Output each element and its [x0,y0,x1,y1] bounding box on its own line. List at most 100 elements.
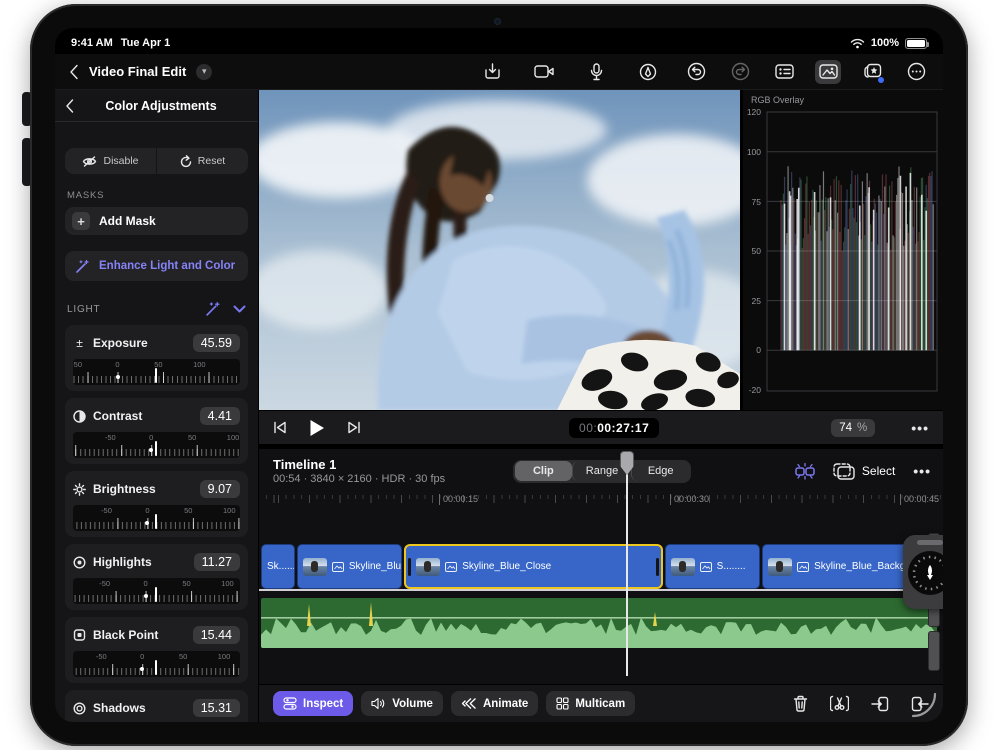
masks-section-label: MASKS [67,190,246,201]
slider-shadows: Shadows 15.31 -50050100 [65,690,248,722]
scope-title: RGB Overlay [751,95,804,105]
timeline-more-icon[interactable]: ••• [913,463,931,479]
collapse-chevron-icon[interactable] [233,305,246,313]
mode-edge[interactable]: Edge [631,461,690,481]
timecode: 00:00:27:17 [569,418,659,438]
rgb-overlay-scope: RGB Overlay 120 100 75 50 25 0 -20 [743,90,943,410]
reset-button[interactable]: Reset [156,148,248,174]
clip-thumbnail [671,558,695,576]
zoom-level-button[interactable]: 74% [831,419,875,437]
camera-icon[interactable] [531,60,557,84]
slider-brightness: Brightness 9.07 -50050100 [65,471,248,537]
enhance-light-color-button[interactable]: Enhance Light and Color [65,251,248,281]
jog-grip[interactable] [917,540,943,545]
inspect-button[interactable]: Inspect [273,691,353,716]
light-wand-icon[interactable] [205,301,221,317]
image-icon [332,562,344,572]
magic-wand-icon [75,259,90,274]
viewer-more-icon[interactable]: ••• [911,420,929,436]
scope-waveform [743,90,943,410]
magnetic-timeline-icon[interactable] [793,462,817,480]
animate-button[interactable]: Animate [451,691,538,716]
clip[interactable]: Skyline_Blue_Wide [297,544,402,589]
jog-dial[interactable] [908,551,943,595]
exposure-slider[interactable]: -50050100 [73,359,240,385]
undo-icon[interactable] [683,60,709,84]
title-dropdown-icon[interactable]: ▾ [196,64,212,80]
black-point-value[interactable]: 15.44 [193,626,240,644]
project-title[interactable]: Video Final Edit [89,64,186,79]
mic-icon[interactable] [583,60,609,84]
media-icon[interactable] [815,60,841,84]
brightness-icon [73,483,86,496]
page: 9:41 AM Tue Apr 1 100% [0,0,1000,750]
timeline-section: Timeline 1 00:54 · 3840 × 2160 · HDR · 3… [259,444,943,722]
edit-mode-segmented-control: Clip Range Edge [513,460,691,483]
shadows-value[interactable]: 15.31 [193,699,240,717]
timeline-ruler[interactable]: 00:00:15 00:00:30 00:00:45 [261,491,943,513]
select-tool-button[interactable]: Select [833,463,895,480]
audio-track[interactable] [261,598,937,648]
plus-icon: + [72,212,90,230]
insert-icon[interactable] [871,696,889,712]
black-point-slider[interactable]: -50050100 [73,651,240,677]
more-icon[interactable] [903,60,929,84]
brightness-value[interactable]: 9.07 [200,480,240,498]
keyframe-icon [461,697,477,710]
front-camera [494,18,501,25]
mode-clip[interactable]: Clip [515,461,573,481]
light-section-header: LIGHT [67,301,246,317]
volume-button[interactable]: Volume [361,691,443,716]
speaker-icon [371,697,386,710]
clip[interactable]: S........ [665,544,760,589]
contrast-slider[interactable]: -50050100 [73,432,240,458]
timeline-title[interactable]: Timeline 1 [273,457,513,472]
reset-icon [180,155,192,168]
battery-icon [905,38,927,49]
brightness-slider[interactable]: -50050100 [73,505,240,531]
exposure-value[interactable]: 45.59 [193,334,240,352]
screen: 9:41 AM Tue Apr 1 100% [55,28,943,722]
jog-wheel[interactable] [903,535,943,609]
image-icon [700,562,712,572]
video-track: Sk...... Skyline_Blue_Wide Skyline_Blue_ [259,544,943,591]
video-viewer[interactable] [259,90,740,410]
disable-reset-group: Disable Reset [65,148,248,174]
back-icon[interactable] [69,64,79,80]
wifi-icon [850,38,865,49]
add-mask-button[interactable]: + Add Mask [65,207,248,235]
panel-back-icon[interactable] [65,99,74,113]
redo-icon[interactable] [727,60,753,84]
corner-drag-indicator[interactable] [911,692,937,718]
clip-thumbnail [416,558,440,576]
pencil-icon[interactable] [635,60,661,84]
top-toolbar: Video Final Edit ▾ [55,54,943,90]
highlights-value[interactable]: 11.27 [194,553,240,571]
inspect-icon [283,697,297,710]
ipad-frame: 9:41 AM Tue Apr 1 100% [30,4,968,746]
effects-icon[interactable] [859,60,885,84]
clip[interactable]: Sk...... [261,544,295,589]
video-frame [259,90,740,410]
delete-icon[interactable] [793,695,808,712]
skip-forward-icon[interactable] [347,421,361,434]
multicam-button[interactable]: Multicam [546,691,635,716]
import-icon[interactable] [479,60,505,84]
exposure-icon: ± [73,336,86,350]
clip-thumbnail [303,558,327,576]
shadows-icon [73,702,86,715]
playhead[interactable] [626,451,628,676]
clip-selected[interactable]: Skyline_Blue_Close [404,544,662,589]
black-point-icon [73,629,86,641]
image-icon [445,562,457,572]
timeline-info: 00:54 · 3840 × 2160 · HDR · 30 fps [273,473,513,485]
skip-back-icon[interactable] [273,421,287,434]
image-icon [797,562,809,572]
slider-black-point: Black Point 15.44 -50050100 [65,617,248,683]
browser-icon[interactable] [771,60,797,84]
play-button[interactable] [309,419,325,437]
split-icon[interactable] [830,695,849,712]
highlights-slider[interactable]: -50050100 [73,578,240,604]
disable-button[interactable]: Disable [65,148,156,174]
contrast-value[interactable]: 4.41 [200,407,240,425]
